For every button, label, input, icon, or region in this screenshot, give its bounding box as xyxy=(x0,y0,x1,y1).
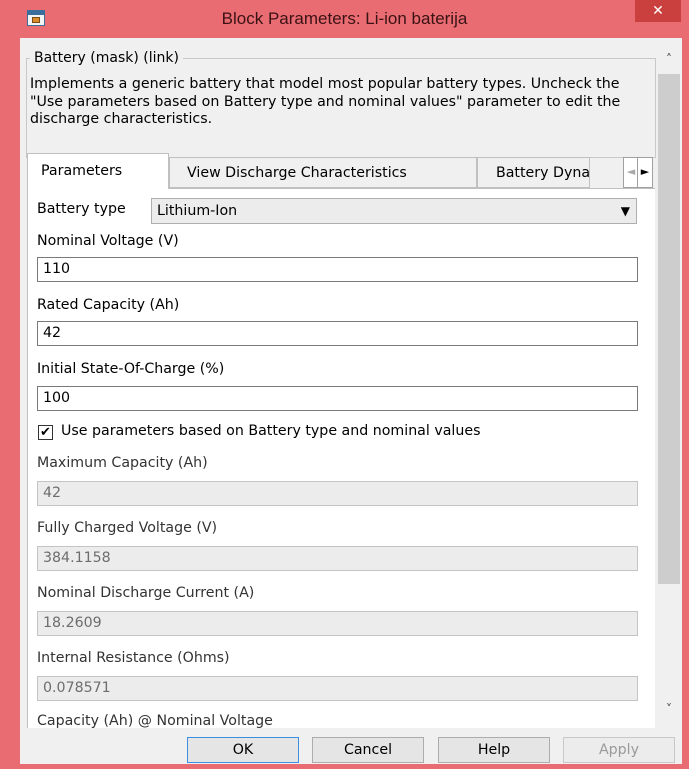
battery-type-select[interactable]: Lithium-Ion ▼ xyxy=(151,198,637,224)
capacity-nominal-voltage-label: Capacity (Ah) @ Nominal Voltage xyxy=(37,713,273,728)
tab-view-discharge-characteristics[interactable]: View Discharge Characteristics xyxy=(169,157,477,188)
mask-description: Implements a generic battery that model … xyxy=(30,76,621,127)
rated-capacity-field[interactable]: 42 xyxy=(37,321,638,346)
close-button[interactable]: ✕ xyxy=(635,0,681,22)
window-title: Block Parameters: Li-ion baterija xyxy=(221,9,468,28)
scroll-content: Battery (mask) (link) Implements a gener… xyxy=(20,38,656,728)
help-button[interactable]: Help xyxy=(438,737,550,763)
title-bar[interactable]: Block Parameters: Li-ion baterija ✕ xyxy=(0,0,689,38)
use-params-checkbox[interactable]: ✔ xyxy=(38,425,53,440)
rated-capacity-label: Rated Capacity (Ah) xyxy=(37,297,180,313)
vertical-scrollbar[interactable]: ˄ ˅ xyxy=(656,38,682,728)
initial-soc-label: Initial State-Of-Charge (%) xyxy=(37,361,225,377)
nominal-voltage-label: Nominal Voltage (V) xyxy=(37,233,179,249)
ok-button[interactable]: OK xyxy=(187,737,299,763)
fully-charged-voltage-field: 384.1158 xyxy=(37,546,638,571)
parameters-panel: Battery type Lithium-Ion ▼ Nominal Volta… xyxy=(27,188,655,728)
tab-battery-dynamics[interactable]: Battery Dyna xyxy=(477,157,590,188)
nominal-discharge-current-field: 18.2609 xyxy=(37,611,638,636)
scrollbar-thumb[interactable] xyxy=(658,74,680,584)
max-capacity-label: Maximum Capacity (Ah) xyxy=(37,455,208,471)
dialog-client-area: Battery (mask) (link) Implements a gener… xyxy=(20,38,682,764)
mask-group-title: Battery (mask) (link) xyxy=(30,50,183,66)
tab-scroll-right-icon[interactable]: ► xyxy=(637,157,653,188)
battery-type-value: Lithium-Ion xyxy=(157,203,238,219)
tab-parameters[interactable]: Parameters xyxy=(27,153,169,189)
apply-button[interactable]: Apply xyxy=(563,737,675,763)
nominal-voltage-field[interactable]: 110 xyxy=(37,257,638,282)
internal-resistance-field: 0.078571 xyxy=(37,676,638,701)
block-parameters-window: Block Parameters: Li-ion baterija ✕ Batt… xyxy=(0,0,689,769)
initial-soc-field[interactable]: 100 xyxy=(37,386,638,411)
use-params-label: Use parameters based on Battery type and… xyxy=(61,423,481,439)
chevron-down-icon: ▼ xyxy=(620,204,630,218)
cancel-button[interactable]: Cancel xyxy=(312,737,424,763)
internal-resistance-label: Internal Resistance (Ohms) xyxy=(37,650,230,666)
scroll-down-icon[interactable]: ˅ xyxy=(656,702,682,722)
battery-type-label: Battery type xyxy=(37,201,126,217)
fully-charged-voltage-label: Fully Charged Voltage (V) xyxy=(37,520,218,536)
scroll-up-icon[interactable]: ˄ xyxy=(656,52,682,72)
max-capacity-field: 42 xyxy=(37,481,638,506)
nominal-discharge-current-label: Nominal Discharge Current (A) xyxy=(37,585,255,601)
